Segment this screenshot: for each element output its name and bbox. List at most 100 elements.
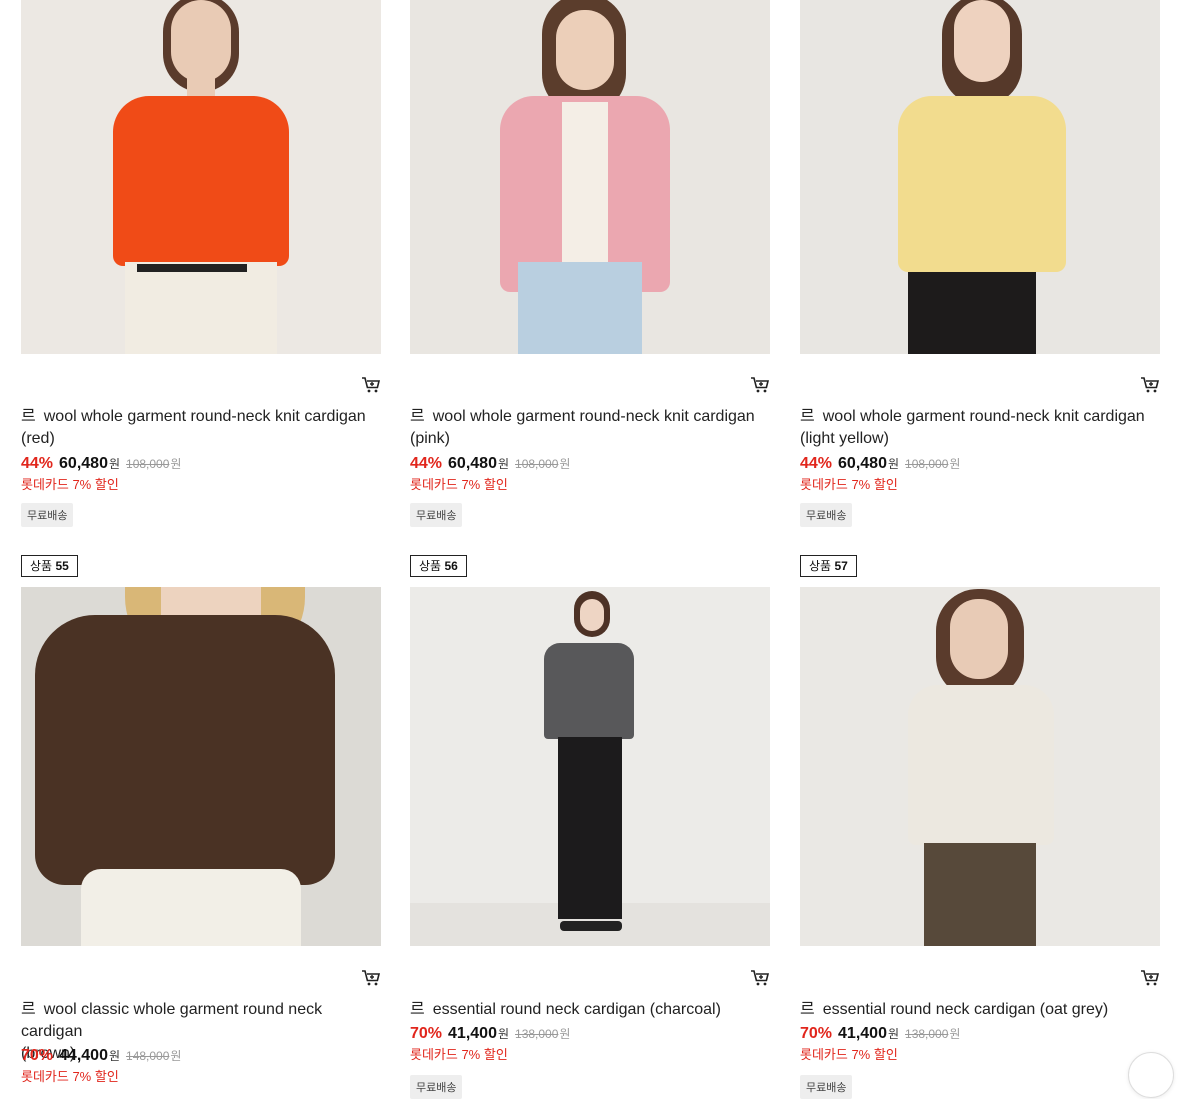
product-variant: (light yellow) [800, 430, 889, 447]
brand-name: 르 [21, 1001, 36, 1018]
free-shipping-badge: 무료배송 [410, 1075, 463, 1099]
product-card[interactable]: 르 wool whole garment round-neck knit card… [800, 0, 1160, 530]
rank-label: 상품 56 [410, 555, 467, 577]
rank-prefix: 상품 [30, 559, 53, 573]
product-card[interactable]: 르 wool whole garment round-neck knit card… [410, 0, 770, 530]
scroll-top-button[interactable] [1128, 1052, 1174, 1098]
model-face [580, 599, 604, 631]
garment [898, 96, 1066, 272]
discount-rate: 44% [800, 455, 833, 472]
garment [35, 615, 335, 885]
original-price: 108,000 [515, 457, 559, 471]
currency: 원 [497, 457, 510, 471]
price-line: 44% 60,480원 108,000원 [21, 454, 181, 474]
price-line: 70% 41,400원 138,000원 [410, 1024, 570, 1044]
belt [137, 264, 247, 272]
cart-icon[interactable] [1140, 376, 1160, 394]
currency: 원 [108, 1049, 121, 1063]
currency: 원 [887, 1027, 900, 1041]
original-price: 148,000 [126, 1049, 170, 1063]
product-image[interactable] [410, 587, 770, 946]
currency: 원 [497, 1027, 510, 1041]
bottoms [81, 869, 301, 946]
product-name: essential round neck cardigan (oat grey) [822, 1001, 1109, 1018]
price-line: 70% 41,400원 138,000원 [800, 1024, 960, 1044]
discount-rate: 44% [21, 455, 54, 472]
cart-icon[interactable] [750, 969, 770, 987]
rank-prefix: 상품 [809, 559, 832, 573]
sale-price: 41,400 [448, 1025, 497, 1042]
rank-number: 57 [834, 559, 848, 573]
price-line: 44% 60,480원 108,000원 [800, 454, 960, 474]
product-card[interactable]: 르 wool whole garment round-neck knit card… [21, 0, 381, 530]
model-face [954, 0, 1010, 82]
original-price: 138,000 [515, 1027, 559, 1041]
product-image[interactable] [21, 587, 381, 946]
card-discount: 롯데카드 7% 할인 [800, 477, 898, 492]
product-name: wool classic whole garment round neck ca… [21, 1001, 323, 1040]
rank-number: 56 [444, 559, 458, 573]
rank-label: 상품 57 [800, 555, 857, 577]
card-discount: 롯데카드 7% 할인 [21, 1069, 119, 1084]
product-card[interactable]: 르 essential round neck cardigan (charcoal… [410, 587, 770, 1099]
sale-price: 60,480 [59, 455, 108, 472]
discount-rate: 44% [410, 455, 443, 472]
original-price: 108,000 [126, 457, 170, 471]
product-name: wool whole garment round-neck knit cardi… [822, 408, 1145, 425]
original-price: 138,000 [905, 1027, 949, 1041]
cart-icon[interactable] [750, 376, 770, 394]
currency: 원 [887, 457, 900, 471]
garment [908, 685, 1054, 845]
bottoms [558, 737, 622, 919]
original-currency: 원 [949, 1027, 961, 1041]
product-title[interactable]: 르 essential round neck cardigan (oat grey… [800, 999, 1160, 1021]
inner-top [562, 102, 608, 272]
sale-price: 41,400 [838, 1025, 887, 1042]
product-title[interactable]: 르 essential round neck cardigan (charcoal… [410, 999, 770, 1021]
sale-price: 60,480 [448, 455, 497, 472]
product-image[interactable] [410, 0, 770, 354]
free-shipping-badge: 무료배송 [21, 503, 74, 527]
shoes [560, 921, 622, 931]
discount-rate: 70% [410, 1025, 443, 1042]
product-image[interactable] [21, 0, 381, 354]
original-currency: 원 [559, 457, 571, 471]
product-variant: (pink) [410, 430, 451, 447]
cart-icon[interactable] [361, 376, 381, 394]
product-image[interactable] [800, 587, 1160, 946]
original-currency: 원 [170, 1049, 182, 1063]
cart-icon[interactable] [1140, 969, 1160, 987]
rank-prefix: 상품 [419, 559, 442, 573]
original-currency: 원 [949, 457, 961, 471]
product-title[interactable]: 르 wool whole garment round-neck knit card… [800, 406, 1160, 450]
free-shipping-badge: 무료배송 [800, 503, 853, 527]
price-line: 44% 60,480원 108,000원 [410, 454, 570, 474]
product-card[interactable]: 르 wool classic whole garment round neck c… [21, 587, 381, 1086]
price-line: 70% 44,400원 148,000원 [21, 1046, 181, 1066]
rank-label: 상품 55 [21, 555, 78, 577]
card-discount: 롯데카드 7% 할인 [800, 1047, 898, 1062]
brand-name: 르 [410, 408, 425, 425]
sale-price: 44,400 [59, 1047, 108, 1064]
bottoms [125, 262, 277, 354]
bottoms [924, 843, 1036, 946]
card-discount: 롯데카드 7% 할인 [410, 1047, 508, 1062]
garment [544, 643, 634, 739]
sale-price: 60,480 [838, 455, 887, 472]
product-image[interactable] [800, 0, 1160, 354]
product-card[interactable]: 르 essential round neck cardigan (oat grey… [800, 587, 1174, 1099]
bottoms [518, 262, 642, 354]
product-title[interactable]: 르 wool whole garment round-neck knit card… [21, 406, 381, 450]
cart-icon[interactable] [361, 969, 381, 987]
model-face [556, 10, 614, 90]
product-title[interactable]: 르 wool whole garment round-neck knit card… [410, 406, 770, 450]
product-name: wool whole garment round-neck knit cardi… [432, 408, 755, 425]
card-discount: 롯데카드 7% 할인 [410, 477, 508, 492]
brand-name: 르 [21, 408, 36, 425]
bottoms [908, 272, 1036, 354]
discount-rate: 70% [21, 1047, 54, 1064]
rank-number: 55 [55, 559, 69, 573]
original-currency: 원 [559, 1027, 571, 1041]
model-face [950, 599, 1008, 679]
brand-name: 르 [410, 1001, 425, 1018]
